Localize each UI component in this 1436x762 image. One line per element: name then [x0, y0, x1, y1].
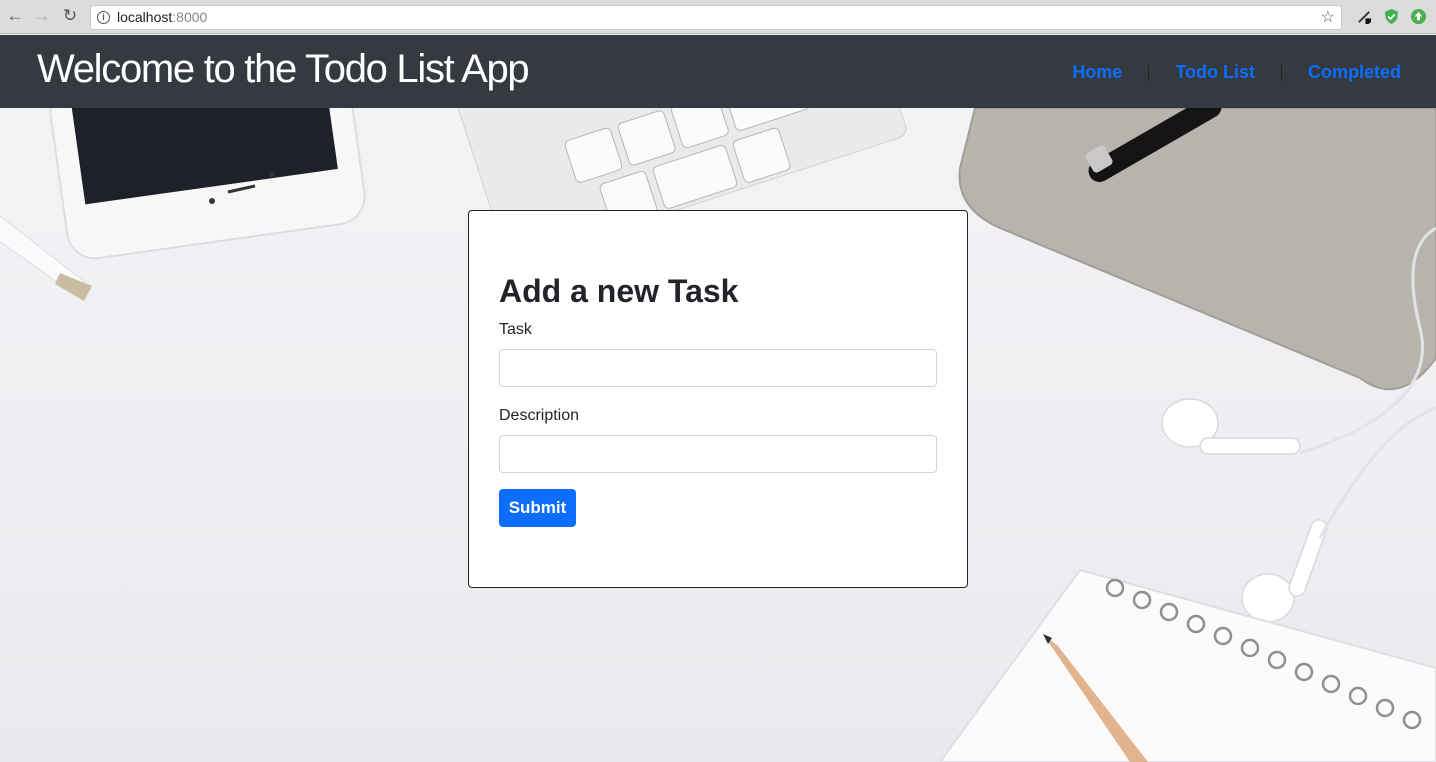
upload-icon[interactable]	[1410, 8, 1427, 25]
back-icon[interactable]: ←	[5, 6, 25, 26]
phone-image	[49, 108, 366, 260]
notebook-image	[958, 108, 1436, 391]
nav-link-todo-list[interactable]: Todo List	[1175, 62, 1255, 83]
nav-link-completed[interactable]: Completed	[1308, 62, 1401, 83]
add-task-card: Add a new Task Task Description Submit	[468, 210, 968, 588]
nav-links: Home Todo List Completed	[1072, 62, 1401, 83]
description-label: Description	[499, 407, 580, 424]
earphones-image	[1161, 398, 1328, 623]
reload-icon[interactable]: ↻	[60, 6, 80, 26]
nav-divider	[1148, 64, 1150, 81]
navbar: Welcome to the Todo List App Home Todo L…	[0, 35, 1436, 108]
app-title: Welcome to the Todo List App	[37, 47, 530, 91]
notepad-image	[938, 568, 1436, 762]
nav-divider	[1280, 64, 1282, 81]
address-bar[interactable]: i localhost:8000 ☆	[90, 5, 1342, 30]
url-host: localhost	[117, 9, 173, 25]
description-input[interactable]	[499, 435, 937, 473]
task-input[interactable]	[499, 349, 937, 387]
submit-button[interactable]: Submit	[499, 489, 576, 527]
forward-icon[interactable]: →	[32, 6, 52, 26]
nav-link-home[interactable]: Home	[1072, 62, 1122, 83]
extension-icon[interactable]	[1356, 8, 1373, 25]
star-icon[interactable]: ☆	[1321, 6, 1335, 29]
url-port: :8000	[172, 9, 208, 25]
shield-icon[interactable]	[1383, 8, 1400, 25]
info-icon[interactable]: i	[97, 11, 110, 24]
browser-toolbar: ← → ↻ i localhost:8000 ☆	[0, 0, 1436, 34]
task-label: Task	[499, 321, 532, 338]
form-title: Add a new Task	[499, 273, 739, 309]
